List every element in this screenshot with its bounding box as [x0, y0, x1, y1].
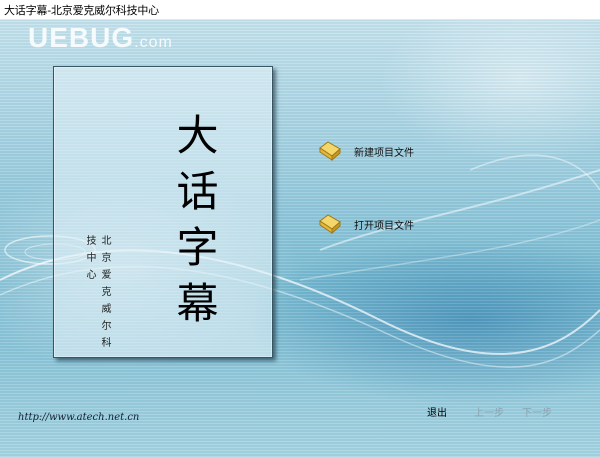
- company-name-vertical: 北京爱克威尔科技中心: [84, 235, 110, 354]
- app-title-vertical: 大话字幕: [170, 113, 219, 337]
- open-project-button[interactable]: 打开项目文件: [318, 213, 414, 235]
- watermark-suffix: .com: [134, 34, 173, 51]
- folder-open-icon: [319, 214, 341, 235]
- next-step-button[interactable]: 下一步: [522, 404, 552, 419]
- folder-new-icon: [319, 141, 341, 162]
- watermark-brand: UEBUG: [28, 22, 135, 53]
- title-bar: 大话字幕-北京爱克威尔科技中心: [0, 0, 600, 20]
- website-url: http://www.atech.net.cn: [18, 412, 140, 423]
- title-panel: 大话字幕 北京爱克威尔科技中心: [53, 66, 273, 358]
- new-project-label: 新建项目文件: [354, 147, 414, 159]
- previous-step-button[interactable]: 上一步: [474, 404, 504, 419]
- exit-button[interactable]: 退出: [427, 404, 447, 419]
- uebug-watermark-logo: UEBUG.com: [28, 22, 173, 54]
- window-title: 大话字幕-北京爱克威尔科技中心: [4, 4, 159, 17]
- main-stage: UEBUG.com 大话字幕 北京爱克威尔科技中心 新建项目文件 打开项目文件 …: [0, 20, 600, 457]
- open-project-label: 打开项目文件: [354, 220, 414, 232]
- new-project-button[interactable]: 新建项目文件: [318, 140, 414, 162]
